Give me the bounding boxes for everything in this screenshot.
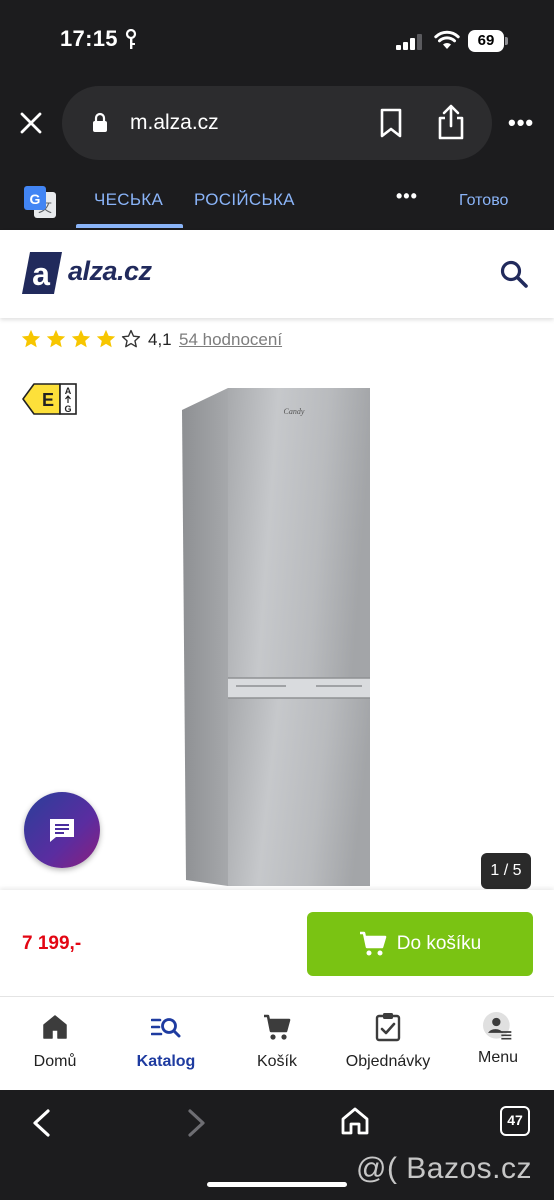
alza-logo-text[interactable]: alza.cz [68, 256, 152, 287]
star-outline-icon [121, 329, 141, 348]
reviews-link[interactable]: 54 hodnocení [179, 330, 282, 350]
search-icon[interactable] [498, 258, 530, 290]
chat-button[interactable] [24, 792, 100, 868]
nav-item-catalog[interactable]: Katalog [111, 1011, 221, 1081]
logo-letter: a [32, 256, 50, 292]
share-icon[interactable] [436, 104, 466, 140]
watermark: @( Bazos.cz [356, 1152, 532, 1185]
nav-label-menu: Menu [477, 1049, 519, 1066]
star-filled-icon [21, 329, 41, 348]
battery-indicator: 69 [468, 30, 508, 52]
browser-toolbar: 47 @( Bazos.cz [0, 1090, 554, 1200]
nav-item-home[interactable]: Domů [0, 1011, 110, 1081]
svg-text:G: G [30, 191, 41, 207]
chat-icon [50, 819, 74, 842]
svg-text:G: G [64, 404, 71, 414]
site-header: a alza.cz [0, 230, 554, 318]
translate-tab-target[interactable]: РОСІЙСЬКА [194, 190, 295, 210]
product-price: 7 199,- [22, 933, 82, 954]
energy-label-badge[interactable]: E A G [22, 382, 78, 416]
star-filled-icon [71, 329, 91, 348]
nav-label-catalog: Katalog [136, 1053, 196, 1070]
translate-done-button[interactable]: Готово [459, 192, 508, 210]
svg-text:A: A [65, 386, 72, 396]
nav-label-home: Domů [33, 1053, 77, 1070]
url-text: m.alza.cz [130, 111, 219, 134]
battery-tip [505, 37, 508, 45]
close-icon [20, 112, 42, 134]
google-translate-icon[interactable]: 文 G [22, 184, 58, 220]
active-tab-indicator [76, 224, 183, 228]
rating-value: 4,1 [148, 330, 172, 349]
home-icon[interactable] [340, 1106, 370, 1136]
nav-item-menu[interactable]: Menu [443, 1011, 553, 1081]
star-filled-icon [46, 329, 66, 348]
browser-more-button[interactable]: ••• [508, 110, 538, 136]
translate-tab-source[interactable]: ЧЕСЬКА [94, 190, 163, 210]
home-indicator [207, 1182, 347, 1187]
battery-level: 69 [468, 30, 504, 52]
home-icon [43, 1015, 67, 1039]
product-image-fridge[interactable]: Candy [176, 386, 376, 890]
nav-item-cart[interactable]: Košík [222, 1011, 332, 1081]
close-tab-button[interactable] [14, 106, 48, 140]
star-rating [20, 328, 142, 350]
orders-clipboard-icon [375, 1013, 401, 1042]
wifi-icon [434, 30, 460, 49]
key-icon [125, 29, 137, 49]
star-filled-icon [96, 329, 116, 348]
nav-label-cart: Košík [256, 1053, 297, 1070]
alza-logo-icon[interactable]: a [22, 252, 62, 294]
add-to-cart-label: Do košíku [396, 933, 482, 954]
bottom-navigation: Domů Katalog Košík Objednávky Menu [0, 996, 554, 1090]
brand-on-product: Candy [284, 407, 305, 416]
add-to-cart-button[interactable]: Do košíku [307, 912, 533, 976]
translate-more-button[interactable]: ••• [396, 186, 418, 207]
user-menu-icon [483, 1012, 512, 1040]
nav-item-orders[interactable]: Objednávky [333, 1011, 443, 1081]
bookmark-icon[interactable] [378, 108, 404, 138]
purchase-bar: 7 199,- Do košíku [0, 890, 554, 996]
energy-class: E [42, 390, 54, 410]
image-counter: 1 / 5 [481, 853, 531, 889]
back-arrow-icon[interactable] [30, 1108, 52, 1138]
forward-arrow-icon[interactable] [186, 1108, 208, 1138]
lock-icon [93, 112, 107, 132]
cart-icon [264, 1014, 291, 1040]
nav-label-orders: Objednávky [345, 1053, 431, 1070]
cellular-signal-icon [396, 34, 422, 50]
status-time: 17:15 [60, 26, 118, 51]
cart-icon [359, 931, 387, 956]
address-bar[interactable]: m.alza.cz [62, 86, 492, 160]
tabs-count-button[interactable]: 47 [500, 1106, 530, 1136]
catalog-search-icon [151, 1018, 181, 1038]
